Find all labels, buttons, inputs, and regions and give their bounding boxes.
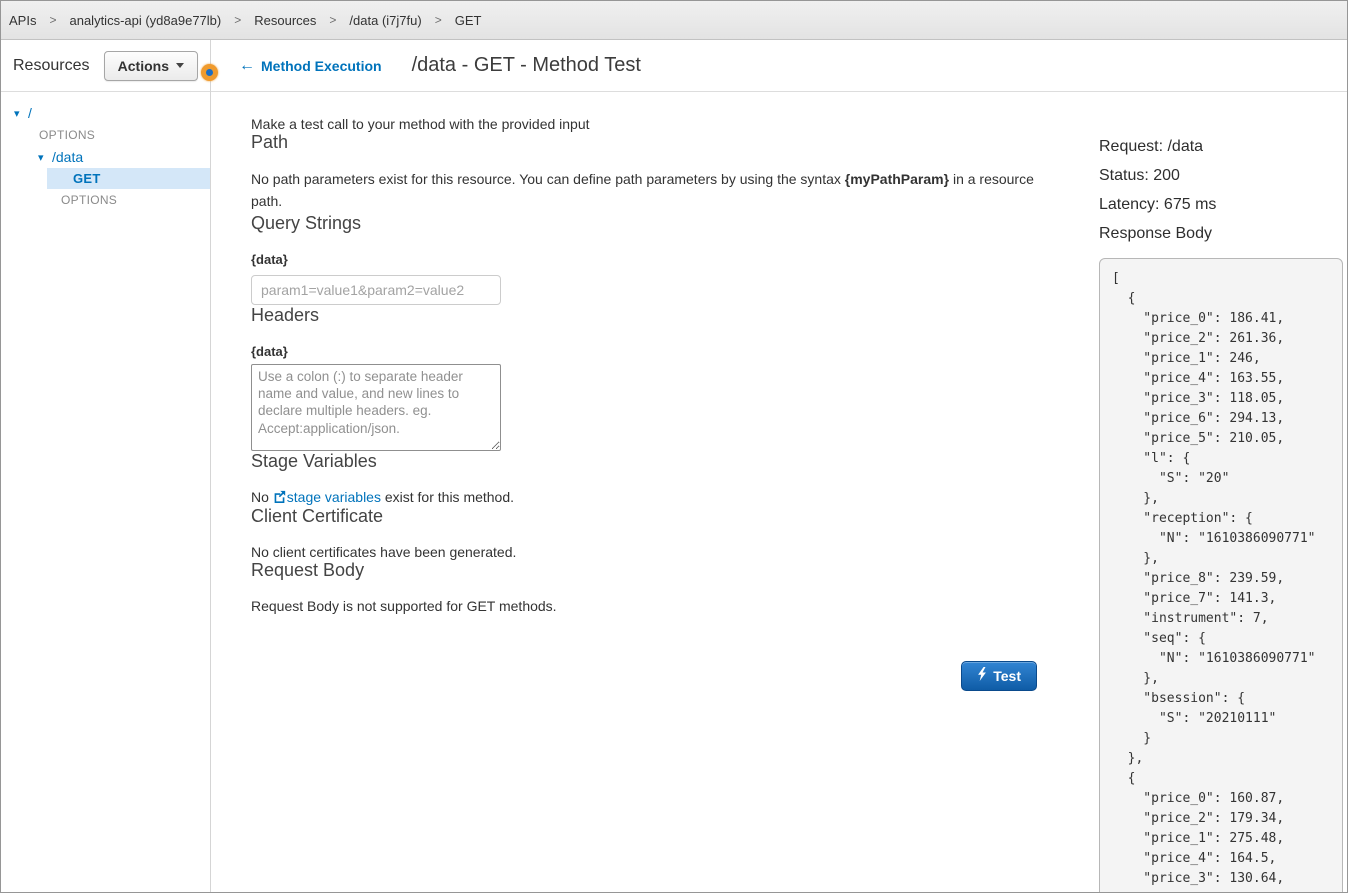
query-strings-field-label: {data} xyxy=(251,252,1099,267)
actions-button[interactable]: Actions xyxy=(104,51,198,81)
response-body-box: [ { "price_0": 186.41, "price_2": 261.36… xyxy=(1099,258,1343,892)
app-window: APIs > analytics-api (yd8a9e77lb) > Reso… xyxy=(0,0,1348,893)
stage-variables-text: No stage variables exist for this method… xyxy=(251,489,1099,506)
result-latency: Latency: 675 ms xyxy=(1099,196,1347,214)
breadcrumb-apis[interactable]: APIs xyxy=(9,13,36,28)
page-title: /data - GET - Method Test xyxy=(412,54,641,77)
headers-textarea[interactable] xyxy=(251,364,501,451)
lightning-bolt-icon xyxy=(977,667,987,684)
breadcrumb-api[interactable]: analytics-api (yd8a9e77lb) xyxy=(69,13,221,28)
resources-sidebar: Resources Actions ▾ / OPTIONS ▾ /data xyxy=(1,40,211,892)
result-status: Status: 200 xyxy=(1099,167,1347,185)
stage-variables-link[interactable]: stage variables xyxy=(273,489,381,505)
sidebar-title: Resources xyxy=(13,57,89,75)
test-button[interactable]: Test xyxy=(961,661,1037,691)
query-strings-heading: Query Strings xyxy=(251,213,1099,234)
request-body-heading: Request Body xyxy=(251,560,1099,581)
breadcrumb-data-resource[interactable]: /data (i7j7fu) xyxy=(349,13,421,28)
test-form: Make a test call to your method with the… xyxy=(211,92,1099,892)
breadcrumb-get[interactable]: GET xyxy=(455,13,482,28)
method-test-header: ← Method Execution /data - GET - Method … xyxy=(211,40,1347,92)
tree-item-root[interactable]: ▾ / xyxy=(1,102,210,124)
client-certificate-text: No client certificates have been generat… xyxy=(251,544,1099,560)
client-certificate-heading: Client Certificate xyxy=(251,506,1099,527)
query-strings-input[interactable] xyxy=(251,275,501,305)
tree-item-data[interactable]: ▾ /data xyxy=(1,146,210,168)
tree-item-data-options[interactable]: OPTIONS xyxy=(1,189,210,211)
external-link-icon xyxy=(273,490,286,506)
breadcrumb-separator: > xyxy=(234,13,241,27)
breadcrumb: APIs > analytics-api (yd8a9e77lb) > Reso… xyxy=(1,1,1347,40)
resource-tree: ▾ / OPTIONS ▾ /data GET OPTIONS xyxy=(1,92,210,211)
response-body-label: Response Body xyxy=(1099,225,1347,243)
intro-text: Make a test call to your method with the… xyxy=(251,116,1099,132)
chevron-down-icon xyxy=(176,63,184,68)
breadcrumb-resources[interactable]: Resources xyxy=(254,13,316,28)
tree-item-root-options[interactable]: OPTIONS xyxy=(1,124,210,146)
headers-field-label: {data} xyxy=(251,344,1099,359)
path-heading: Path xyxy=(251,132,1099,153)
path-param-syntax: {myPathParam} xyxy=(845,171,949,187)
method-execution-back-link[interactable]: ← Method Execution xyxy=(239,57,382,75)
path-description: No path parameters exist for this resour… xyxy=(251,169,1041,213)
tree-item-data-get-selected[interactable]: GET xyxy=(47,168,210,189)
back-arrow-icon: ← xyxy=(239,57,255,75)
result-request: Request: /data xyxy=(1099,138,1347,156)
click-indicator xyxy=(201,64,218,81)
breadcrumb-separator: > xyxy=(329,13,336,27)
response-body-code: [ { "price_0": 186.41, "price_2": 261.36… xyxy=(1100,259,1342,889)
breadcrumb-separator: > xyxy=(435,13,442,27)
request-body-text: Request Body is not supported for GET me… xyxy=(251,598,1099,614)
headers-heading: Headers xyxy=(251,305,1099,326)
stage-variables-heading: Stage Variables xyxy=(251,451,1099,472)
tree-expand-icon[interactable]: ▾ xyxy=(14,107,28,120)
test-results-panel: Request: /data Status: 200 Latency: 675 … xyxy=(1099,92,1347,892)
breadcrumb-separator: > xyxy=(49,13,56,27)
tree-expand-icon[interactable]: ▾ xyxy=(38,151,52,164)
